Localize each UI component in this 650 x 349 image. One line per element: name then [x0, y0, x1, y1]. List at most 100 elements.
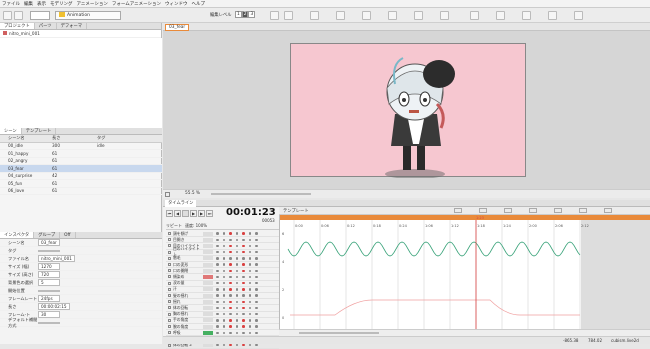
keyframe[interactable] — [255, 257, 258, 260]
keyframe[interactable] — [235, 288, 238, 291]
visibility-checkbox[interactable] — [168, 294, 171, 298]
keyframe[interactable] — [222, 319, 225, 322]
keyframe[interactable] — [242, 312, 245, 316]
scene-canvas[interactable] — [290, 43, 526, 179]
keyframe[interactable] — [242, 306, 245, 310]
go-end-icon[interactable]: ⏭ — [206, 210, 213, 217]
scene-row[interactable]: 03_fear 61 — [0, 165, 162, 173]
edit-level-3[interactable]: 3 — [248, 11, 256, 18]
keyframe[interactable] — [248, 238, 251, 242]
scene-row[interactable]: 01_happy 61 — [0, 150, 162, 158]
repeat-toggle[interactable]: リピート — [166, 223, 182, 229]
keyframe[interactable] — [248, 300, 251, 304]
visibility-checkbox[interactable] — [168, 331, 171, 335]
keyframe[interactable] — [242, 263, 245, 266]
workspace-combo[interactable] — [30, 11, 50, 20]
tool-icon[interactable] — [336, 11, 345, 20]
keyframe[interactable] — [235, 269, 238, 273]
fit-icon[interactable] — [165, 192, 170, 197]
keyframe[interactable] — [229, 306, 232, 310]
inspector-value[interactable] — [38, 249, 60, 252]
keyframe[interactable] — [242, 275, 245, 279]
visibility-checkbox[interactable] — [168, 306, 171, 310]
keyframe[interactable] — [248, 306, 251, 310]
inspector-value[interactable]: 03_fear — [38, 239, 60, 246]
keyframe[interactable] — [235, 325, 238, 328]
tool-icon[interactable] — [574, 11, 583, 20]
tool-icon[interactable] — [414, 11, 423, 20]
keyframe[interactable] — [235, 238, 238, 242]
keyframe[interactable] — [255, 294, 258, 297]
parameter-value-bar[interactable] — [203, 262, 213, 267]
keyframe[interactable] — [216, 238, 219, 242]
keyframe[interactable] — [242, 238, 245, 242]
keyframe[interactable] — [255, 343, 258, 347]
parameter-value-bar[interactable] — [203, 256, 213, 261]
keyframe[interactable] — [242, 288, 245, 291]
next-frame-icon[interactable]: ▶ — [198, 210, 205, 217]
parameter-value-bar[interactable] — [203, 324, 213, 329]
tab-deformer[interactable]: デフォーマ — [57, 23, 88, 29]
visibility-checkbox[interactable] — [168, 250, 171, 254]
keyframe[interactable] — [255, 312, 258, 316]
keyframe[interactable] — [255, 250, 258, 254]
curve-tool-icon[interactable] — [454, 208, 462, 213]
keyframe[interactable] — [229, 312, 232, 316]
keyframe[interactable] — [229, 300, 232, 304]
keyframe[interactable] — [242, 257, 245, 260]
go-start-icon[interactable]: ⏮ — [166, 210, 173, 217]
curve-tool-icon[interactable] — [529, 208, 537, 213]
keyframe[interactable] — [235, 250, 238, 254]
visibility-checkbox[interactable] — [168, 287, 171, 291]
keyframe[interactable] — [235, 281, 238, 285]
project-item[interactable]: nitro_mini_001 — [0, 30, 161, 38]
menu-item[interactable]: ヘルプ — [192, 1, 206, 7]
graph-editor[interactable]: 0:00 0:06 0:12 0:18 0:24 1:06 1:12 1:18 1:24 2:00… — [279, 215, 650, 329]
keyframe[interactable] — [255, 244, 258, 248]
keyframe[interactable] — [235, 319, 238, 322]
keyframe[interactable] — [222, 281, 225, 285]
inspector-value[interactable]: 1270 — [38, 263, 60, 270]
keyframe[interactable] — [229, 288, 232, 291]
keyframe[interactable] — [248, 269, 251, 273]
zoom-slider[interactable] — [211, 193, 311, 195]
tool-icon[interactable] — [362, 11, 371, 20]
keyframe[interactable] — [216, 250, 219, 254]
keyframe[interactable] — [248, 294, 251, 297]
keyframe[interactable] — [222, 275, 225, 279]
keyframe[interactable] — [242, 294, 245, 297]
template-button[interactable]: テンプレート — [283, 208, 309, 214]
keyframe[interactable] — [255, 281, 258, 285]
keyframe[interactable] — [242, 343, 245, 347]
menu-item[interactable]: モデリング — [50, 1, 73, 7]
curve-tool-icon[interactable] — [604, 208, 612, 213]
keyframe[interactable] — [216, 269, 219, 273]
keyframe[interactable] — [216, 306, 219, 310]
parameter-value-bar[interactable] — [203, 237, 213, 242]
parameter-value-bar[interactable] — [203, 318, 213, 323]
keyframe[interactable] — [229, 269, 232, 273]
keyframe[interactable] — [216, 312, 219, 316]
keyframe[interactable] — [242, 250, 245, 254]
keyframe[interactable] — [235, 275, 238, 279]
keyframe[interactable] — [216, 257, 219, 260]
scene-row[interactable]: 06_love 61 — [0, 188, 162, 195]
parameter-value-bar[interactable] — [203, 281, 213, 286]
keyframe[interactable] — [255, 269, 258, 273]
keyframe[interactable] — [235, 232, 238, 235]
tab-template[interactable]: テンプレート — [22, 128, 57, 134]
scene-row[interactable]: 00_idle 300 idle — [0, 143, 162, 150]
parameter-value-bar[interactable] — [203, 243, 213, 248]
keyframe[interactable] — [248, 257, 251, 260]
visibility-checkbox[interactable] — [168, 238, 171, 242]
keyframe[interactable] — [229, 331, 232, 335]
menu-item[interactable]: 表示 — [37, 1, 46, 7]
keyframe[interactable] — [222, 238, 225, 242]
visibility-checkbox[interactable] — [168, 269, 171, 273]
keyframe[interactable] — [229, 294, 232, 297]
stop-icon[interactable] — [182, 210, 189, 217]
tool-icon[interactable] — [310, 11, 319, 20]
keyframe[interactable] — [222, 257, 225, 260]
keyframe[interactable] — [222, 300, 225, 304]
inspector-value[interactable]: 720 — [38, 271, 60, 278]
